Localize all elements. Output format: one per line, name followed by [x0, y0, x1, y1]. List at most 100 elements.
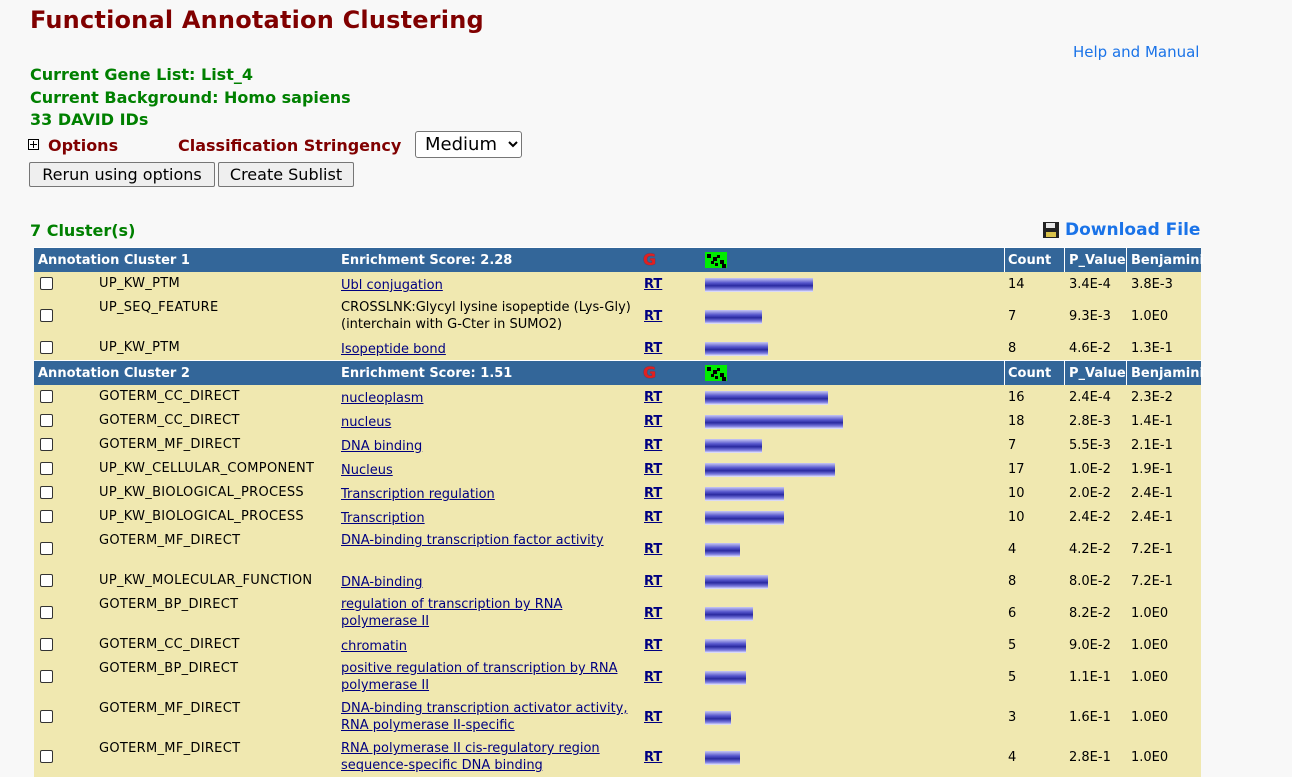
rt-link[interactable]: RT — [644, 341, 662, 356]
p-value-header: P_Value — [1069, 253, 1126, 268]
heatmap-pixel — [722, 264, 726, 268]
enrichment-bar — [705, 511, 784, 525]
benjamini-value: 1.4E-1 — [1131, 414, 1173, 429]
heatmap-pixel — [711, 374, 714, 377]
p-value: 8.0E-2 — [1069, 574, 1111, 589]
count-value: 6 — [1008, 606, 1017, 621]
row-checkbox[interactable] — [40, 750, 53, 763]
table-row: UP_KW_BIOLOGICAL_PROCESS Transcription RT 1… — [34, 505, 1201, 529]
heatmap-icon[interactable] — [705, 252, 727, 268]
rt-link[interactable]: RT — [644, 486, 662, 501]
rt-link[interactable]: RT — [644, 438, 662, 453]
enrichment-bar — [705, 391, 828, 405]
rt-link[interactable]: RT — [644, 542, 662, 557]
term-link[interactable]: Ubl conjugation — [341, 277, 631, 294]
rt-link[interactable]: RT — [644, 414, 662, 429]
benjamini-value: 1.3E-1 — [1131, 341, 1173, 356]
row-checkbox[interactable] — [40, 486, 53, 499]
row-checkbox[interactable] — [40, 277, 53, 290]
p-value: 4.6E-2 — [1069, 341, 1111, 356]
row-checkbox[interactable] — [40, 462, 53, 475]
term-link[interactable]: DNA-binding transcription factor activit… — [341, 532, 631, 549]
row-checkbox[interactable] — [40, 510, 53, 523]
rt-link[interactable]: RT — [644, 309, 662, 324]
rt-link[interactable]: RT — [644, 606, 662, 621]
rt-link[interactable]: RT — [644, 710, 662, 725]
heatmap-pixel — [707, 367, 711, 371]
rerun-button[interactable]: Rerun using options — [29, 162, 215, 187]
floppy-disk-icon[interactable] — [1043, 222, 1059, 238]
heatmap-icon[interactable] — [705, 365, 727, 381]
table-row: GOTERM_MF_DIRECT DNA-binding transcriptio… — [34, 697, 1201, 737]
category-label: UP_SEQ_FEATURE — [99, 300, 219, 315]
p-value: 2.4E-2 — [1069, 510, 1111, 525]
term-link[interactable]: Isopeptide bond — [341, 341, 631, 358]
cluster-count: 7 Cluster(s) — [30, 221, 136, 240]
category-label: GOTERM_CC_DIRECT — [99, 637, 240, 652]
stringency-select[interactable]: Medium — [415, 131, 522, 158]
row-checkbox[interactable] — [40, 710, 53, 723]
enrichment-bar — [705, 415, 843, 429]
rt-link[interactable]: RT — [644, 750, 662, 765]
row-checkbox[interactable] — [40, 638, 53, 651]
rt-link[interactable]: RT — [644, 638, 662, 653]
rt-link[interactable]: RT — [644, 390, 662, 405]
options-label[interactable]: Options — [48, 136, 118, 155]
term-link[interactable]: Transcription regulation — [341, 486, 631, 503]
rt-link[interactable]: RT — [644, 462, 662, 477]
rt-link[interactable]: RT — [644, 510, 662, 525]
row-checkbox[interactable] — [40, 670, 53, 683]
term-link[interactable]: DNA-binding — [341, 574, 631, 591]
row-checkbox[interactable] — [40, 309, 53, 322]
term-link[interactable]: nucleus — [341, 414, 631, 431]
create-sublist-button[interactable]: Create Sublist — [218, 162, 354, 187]
category-label: UP_KW_MOLECULAR_FUNCTION — [99, 573, 313, 588]
row-checkbox[interactable] — [40, 574, 53, 587]
enrichment-bar — [705, 711, 731, 725]
table-row: GOTERM_CC_DIRECT nucleus RT 18 2.8E-3 1.4E-1 — [34, 409, 1201, 433]
plus-box-icon[interactable] — [28, 139, 39, 150]
g-graph-icon[interactable]: G — [643, 365, 656, 381]
david-id-count: 33 DAVID IDs — [30, 110, 149, 129]
enrichment-bar — [705, 639, 746, 653]
p-value: 5.5E-3 — [1069, 438, 1111, 453]
category-label: GOTERM_BP_DIRECT — [99, 597, 239, 612]
rt-link[interactable]: RT — [644, 277, 662, 292]
rt-link[interactable]: RT — [644, 574, 662, 589]
count-value: 8 — [1008, 341, 1017, 356]
row-checkbox[interactable] — [40, 542, 53, 555]
download-file-link[interactable]: Download File — [1065, 220, 1200, 240]
table-row: GOTERM_BP_DIRECT positive regulation of t… — [34, 657, 1201, 697]
column-divider — [1064, 248, 1065, 272]
term-link[interactable]: chromatin — [341, 638, 631, 655]
row-checkbox[interactable] — [40, 390, 53, 403]
download-file[interactable]: Download File — [1043, 220, 1200, 240]
row-checkbox[interactable] — [40, 606, 53, 619]
help-manual-link[interactable]: Help and Manual — [1073, 43, 1199, 61]
benjamini-value: 2.3E-2 — [1131, 390, 1173, 405]
enrichment-bar — [705, 463, 835, 477]
g-graph-icon[interactable]: G — [643, 252, 656, 268]
term-link[interactable]: nucleoplasm — [341, 390, 631, 407]
table-row: GOTERM_CC_DIRECT nucleoplasm RT 16 2.4E-4 2.3… — [34, 385, 1201, 409]
cluster-header: Annotation Cluster 2 Enrichment Score: 1.… — [34, 360, 1204, 385]
rt-link[interactable]: RT — [644, 670, 662, 685]
term-link[interactable]: Transcription — [341, 510, 631, 527]
heatmap-pixel — [707, 254, 711, 258]
term-link[interactable]: positive regulation of transcription by … — [341, 660, 631, 694]
p-value-header: P_Value — [1069, 366, 1126, 381]
term-link[interactable]: regulation of transcription by RNA polym… — [341, 596, 631, 630]
term-link[interactable]: Nucleus — [341, 462, 631, 479]
enrichment-bar — [705, 487, 784, 501]
term-link[interactable]: RNA polymerase II cis-regulatory region … — [341, 740, 631, 774]
benjamini-value: 2.4E-1 — [1131, 510, 1173, 525]
column-divider — [1126, 361, 1127, 385]
p-value: 4.2E-2 — [1069, 542, 1111, 557]
row-checkbox[interactable] — [40, 438, 53, 451]
count-value: 16 — [1008, 390, 1025, 405]
row-checkbox[interactable] — [40, 414, 53, 427]
term-link[interactable]: DNA-binding transcription activator acti… — [341, 700, 631, 734]
row-checkbox[interactable] — [40, 341, 53, 354]
category-label: UP_KW_PTM — [99, 276, 180, 291]
term-link[interactable]: DNA binding — [341, 438, 631, 455]
